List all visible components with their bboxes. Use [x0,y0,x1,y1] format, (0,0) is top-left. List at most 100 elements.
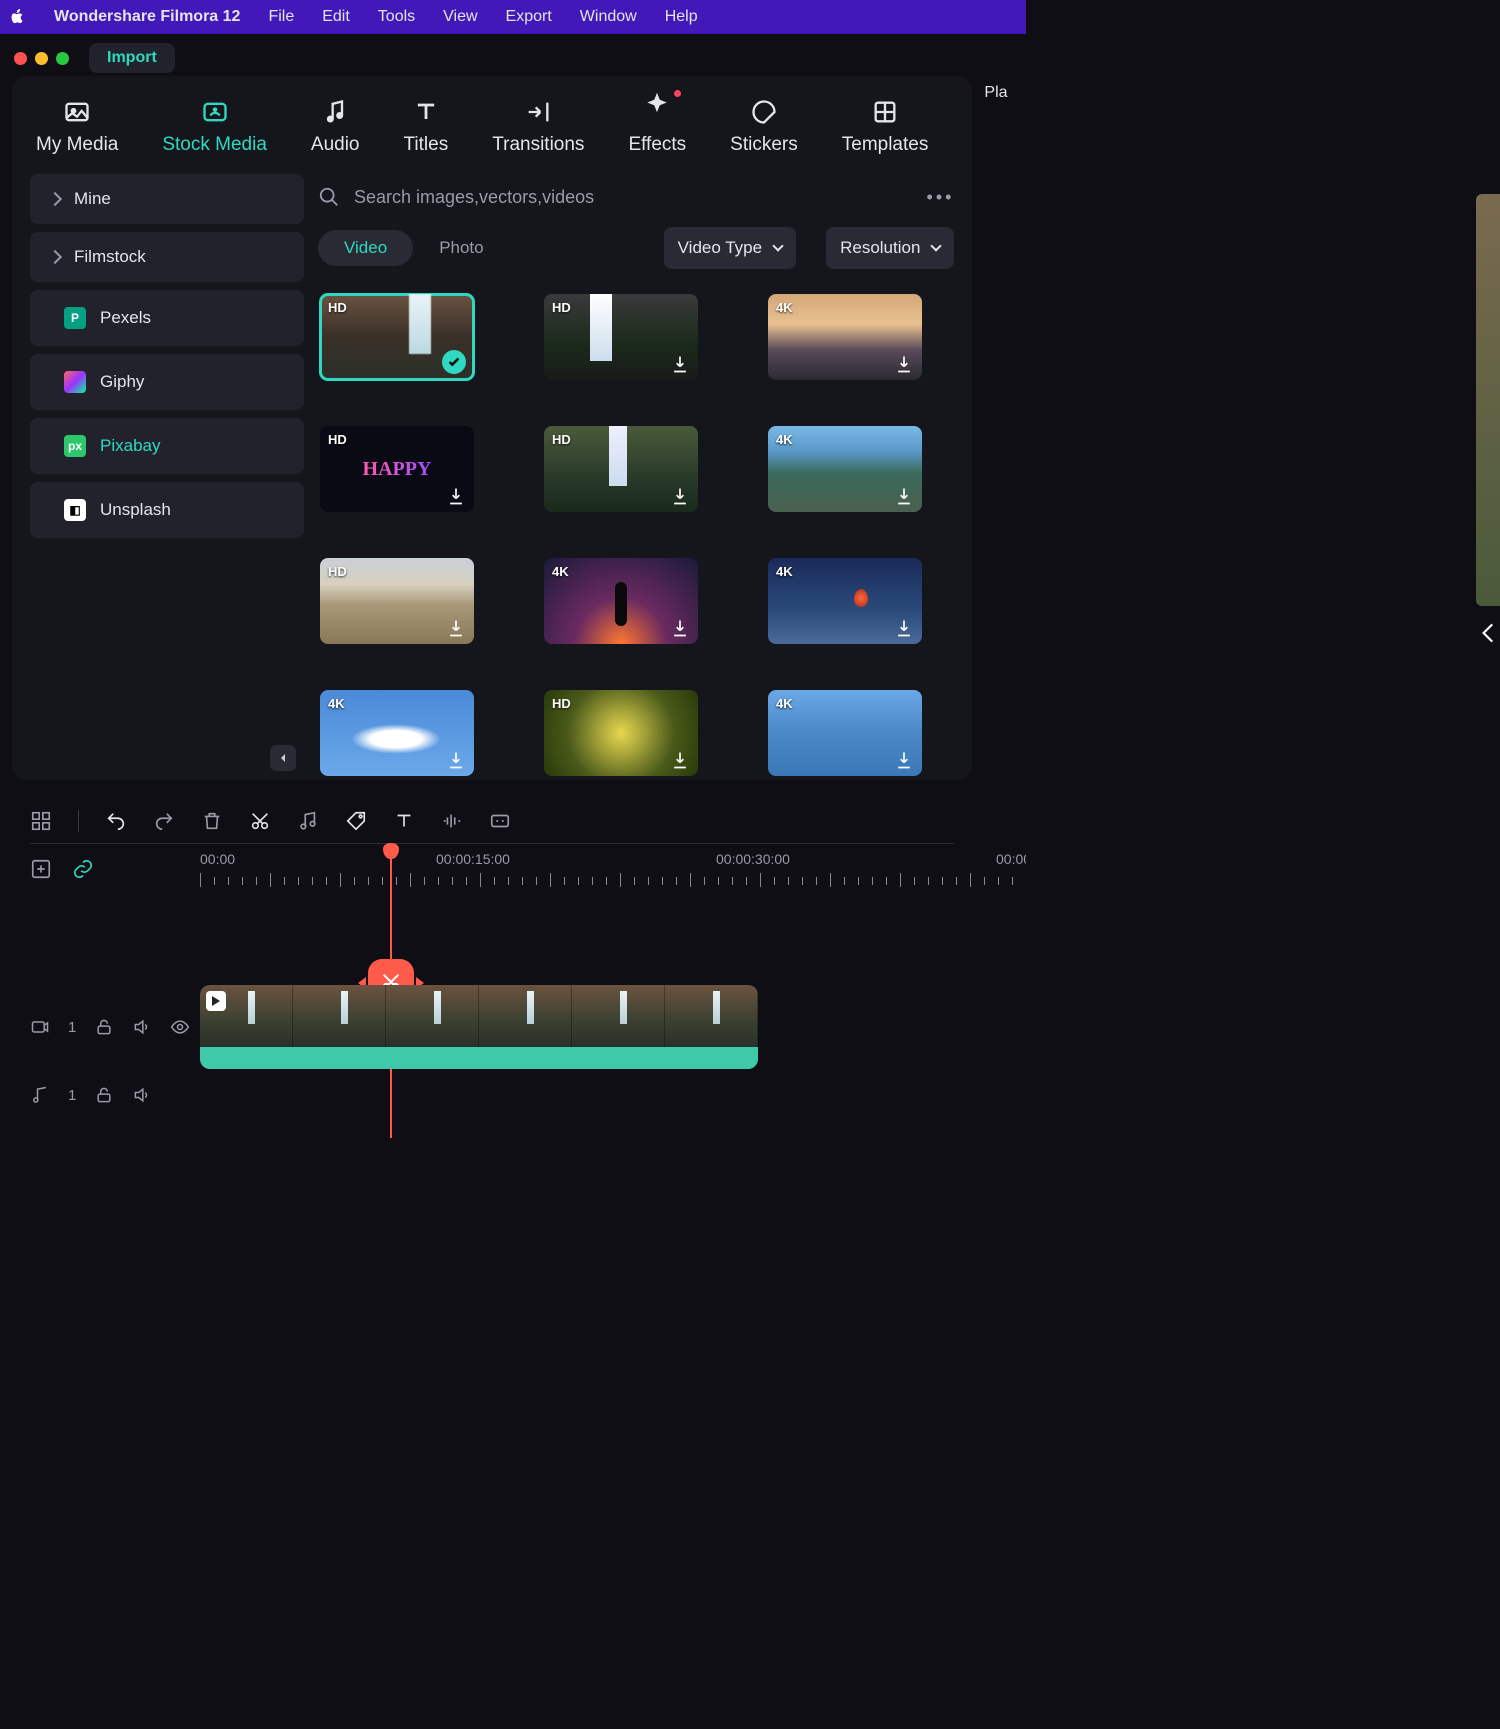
video-track-num: 1 [68,1019,76,1036]
more-options-button[interactable]: ••• [927,187,955,208]
menu-view[interactable]: View [443,8,477,26]
tab-templates[interactable]: Templates [842,98,929,156]
media-thumbnail[interactable]: 4K [544,558,698,644]
download-icon[interactable] [670,354,690,374]
media-thumbnail[interactable]: HD [320,294,474,380]
fullscreen-window-button[interactable] [56,52,69,65]
media-thumbnail[interactable]: 4K [768,690,922,776]
undo-icon[interactable] [105,810,127,832]
music-note-icon[interactable] [297,810,319,832]
effects-icon [643,92,671,120]
resolution-badge: HD [552,300,571,315]
minimize-window-button[interactable] [35,52,48,65]
media-thumbnail[interactable]: 4K [768,294,922,380]
download-icon[interactable] [446,750,466,770]
download-icon[interactable] [446,486,466,506]
app-name[interactable]: Wondershare Filmora 12 [54,8,240,26]
media-thumbnail[interactable]: HD [544,690,698,776]
tag-icon[interactable] [345,810,367,832]
menu-file[interactable]: File [268,8,294,26]
sidebar-collapse-button[interactable] [270,745,296,771]
sidebar-item-unsplash[interactable]: ◧ Unsplash [30,482,304,538]
cut-icon[interactable] [249,810,271,832]
media-thumbnail[interactable]: 4K [768,558,922,644]
media-thumbnail[interactable]: HD [544,426,698,512]
resolution-badge: HD [328,432,347,447]
top-tabs: My Media Stock Media Audio Titles [30,90,954,174]
lock-icon[interactable] [94,1085,114,1105]
delete-icon[interactable] [201,810,223,832]
sidebar-item-pexels[interactable]: P Pexels [30,290,304,346]
download-icon[interactable] [670,486,690,506]
mac-menubar: Wondershare Filmora 12 File Edit Tools V… [0,0,1026,34]
tab-templates-label: Templates [842,134,929,156]
media-thumbnail[interactable]: HDHAPPY [320,426,474,512]
filter-photo-pill[interactable]: Photo [413,230,509,266]
stock-media-icon [201,98,229,126]
preview-back-button[interactable] [1476,620,1500,651]
menu-help[interactable]: Help [665,8,698,26]
resolution-badge: 4K [552,564,569,579]
audio-track: 1 [30,1070,954,1120]
resolution-badge: HD [328,564,347,579]
timeline-ruler[interactable]: 00:0000:00:15:0000:00:30:0000:00: [200,849,954,889]
chevron-right-icon [48,192,62,206]
media-thumbnail[interactable]: 4K [768,426,922,512]
menu-edit[interactable]: Edit [322,8,350,26]
sidebar-item-filmstock[interactable]: Filmstock [30,232,304,282]
menu-export[interactable]: Export [506,8,552,26]
sidebar-item-giphy[interactable]: Giphy [30,354,304,410]
close-window-button[interactable] [14,52,27,65]
tab-my-media[interactable]: My Media [36,98,118,156]
tab-stickers[interactable]: Stickers [730,98,798,156]
tab-audio[interactable]: Audio [311,98,360,156]
audio-icon [321,98,349,126]
media-thumbnail[interactable]: HD [320,558,474,644]
video-track-icon [30,1017,50,1037]
lock-icon[interactable] [94,1017,114,1037]
download-icon[interactable] [894,618,914,638]
speaker-icon[interactable] [132,1085,152,1105]
sidebar-item-mine[interactable]: Mine [30,174,304,224]
stock-sidebar: Mine Filmstock P Pexels Giphy [30,174,304,780]
download-icon[interactable] [894,486,914,506]
chevron-left-outline-icon [1476,620,1500,646]
menu-window[interactable]: Window [580,8,637,26]
tab-stickers-label: Stickers [730,134,798,156]
media-thumbnail[interactable]: 4K [320,690,474,776]
eye-icon[interactable] [170,1017,190,1037]
download-icon[interactable] [894,750,914,770]
tab-titles[interactable]: Titles [404,98,449,156]
link-icon[interactable] [72,858,94,880]
sidebar-unsplash-label: Unsplash [100,500,171,520]
download-icon[interactable] [670,618,690,638]
tab-transitions[interactable]: Transitions [492,98,584,156]
clip-play-icon [206,991,226,1011]
search-input[interactable] [352,186,915,209]
filter-video-pill[interactable]: Video [318,230,413,266]
resolution-badge: 4K [328,696,345,711]
sidebar-item-pixabay[interactable]: px Pixabay [30,418,304,474]
tab-stock-media[interactable]: Stock Media [162,98,267,156]
resolution-badge: 4K [776,300,793,315]
menu-tools[interactable]: Tools [378,8,415,26]
video-type-select[interactable]: Video Type [664,227,796,269]
tab-effects[interactable]: Effects [628,92,686,156]
ruler-time-label: 00:00:15:00 [436,851,510,867]
download-icon[interactable] [894,354,914,374]
audio-track-num: 1 [68,1087,76,1104]
resolution-label: Resolution [840,238,920,258]
download-icon[interactable] [446,618,466,638]
resolution-badge: HD [328,300,347,315]
download-icon[interactable] [670,750,690,770]
text-icon[interactable] [393,810,415,832]
resolution-select[interactable]: Resolution [826,227,954,269]
speaker-icon[interactable] [132,1017,152,1037]
waveform-icon[interactable] [441,810,463,832]
media-thumbnail[interactable]: HD [544,294,698,380]
redo-icon[interactable] [153,810,175,832]
caption-icon[interactable] [489,810,511,832]
import-button[interactable]: Import [89,43,175,73]
add-track-icon[interactable] [30,858,52,880]
apps-icon[interactable] [30,810,52,832]
